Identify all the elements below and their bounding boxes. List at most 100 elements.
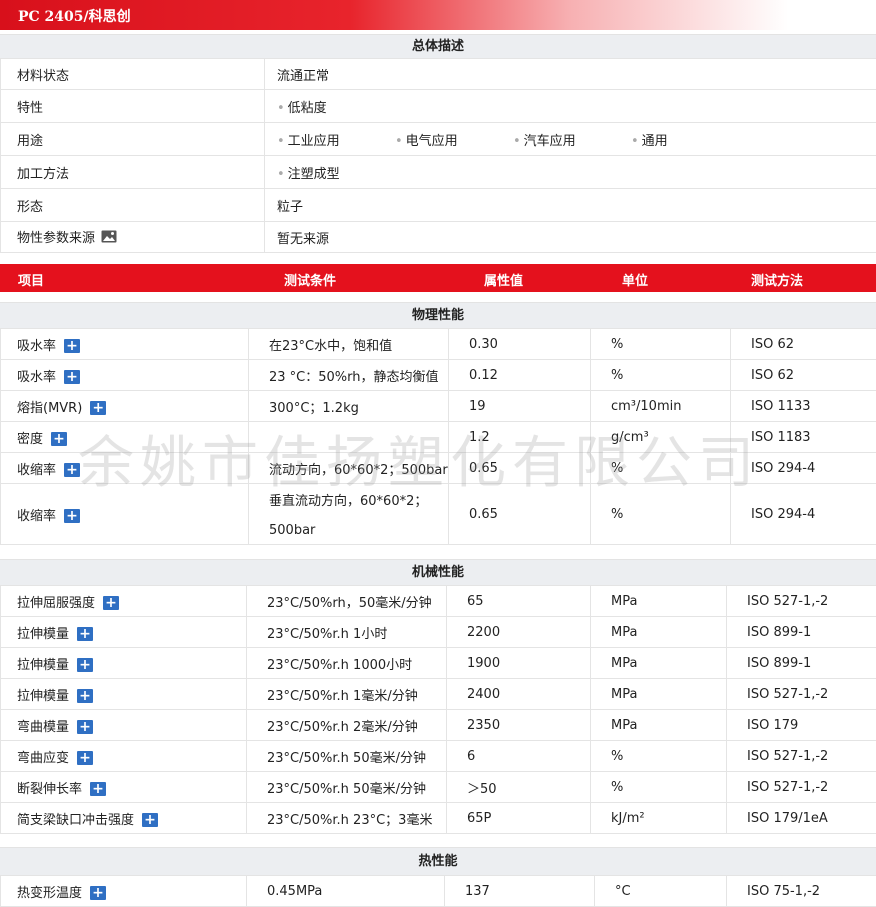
section-overview-heading: 总体描述: [0, 34, 876, 59]
bullet-icon: •: [277, 167, 285, 182]
watermark: 余姚市佳扬塑化有限公司: [78, 418, 760, 499]
physical-row: 吸水率+23 °C：50%rh，静态均衡值0.12%ISO 62: [1, 360, 876, 391]
expand-plus-icon[interactable]: +: [90, 401, 106, 415]
thermal-table: 热变形温度+0.45MPa137°CISO 75-1,-2: [0, 875, 876, 907]
property-condition-text: 300°C；1.2kg: [269, 397, 448, 416]
bullet-icon: •: [513, 134, 521, 149]
expand-plus-icon[interactable]: +: [77, 751, 93, 765]
expand-plus-icon[interactable]: +: [77, 658, 93, 672]
image-icon[interactable]: [101, 230, 117, 247]
property-name-text: 吸水率: [17, 339, 56, 354]
expand-plus-icon[interactable]: +: [64, 339, 80, 353]
property-method-text: ISO 62: [751, 337, 794, 352]
property-method-text: ISO 1133: [751, 399, 811, 414]
property-method: ISO 899-1: [727, 617, 876, 648]
overview-row: 形态粒子: [1, 189, 876, 222]
property-value: 6: [447, 741, 591, 772]
expand-plus-icon[interactable]: +: [77, 720, 93, 734]
property-unit-text: MPa: [611, 594, 637, 609]
property-method-text: ISO 75-1,-2: [747, 884, 820, 899]
property-unit-text: %: [611, 507, 623, 522]
property-unit: %: [591, 741, 727, 772]
overview-option-text: 流通正常: [277, 69, 329, 84]
expand-plus-icon[interactable]: +: [64, 509, 80, 523]
property-condition-text: 23°C/50%r.h 1000小时: [267, 654, 446, 673]
expand-plus-icon[interactable]: +: [90, 782, 106, 796]
overview-option: •汽车应用: [513, 130, 631, 149]
property-name: 断裂伸长率 +: [1, 772, 247, 803]
expand-plus-icon[interactable]: +: [90, 886, 106, 900]
property-value-text: 2200: [467, 625, 500, 640]
overview-value: •注塑成型: [265, 156, 876, 189]
overview-option: 暂无来源: [277, 232, 329, 247]
property-unit: cm³/10min: [591, 391, 731, 422]
mechanical-row: 拉伸模量+23°C/50%r.h 1毫米/分钟2400MPaISO 527-1,…: [1, 679, 876, 710]
property-unit: MPa: [591, 586, 727, 617]
property-condition: 23 °C：50%rh，静态均衡值: [249, 360, 449, 391]
property-name-text: 熔指(MVR): [17, 401, 82, 416]
property-method-text: ISO 527-1,-2: [747, 780, 828, 795]
property-condition: 23°C/50%r.h 1毫米/分钟: [247, 679, 447, 710]
property-condition-text: 23°C/50%r.h 2毫米/分钟: [267, 716, 446, 735]
property-unit-text: %: [611, 337, 623, 352]
header-unit: 单位: [622, 270, 648, 289]
property-value: 65P: [447, 803, 591, 834]
property-method-text: ISO 179: [747, 718, 798, 733]
property-method-text: ISO 62: [751, 368, 794, 383]
property-condition-text: 23 °C：50%rh，静态均衡值: [269, 366, 448, 385]
property-value: 1900: [447, 648, 591, 679]
overview-row: 物性参数来源暂无来源: [1, 222, 876, 253]
property-method-text: ISO 294-4: [751, 507, 815, 522]
property-unit: %: [591, 329, 731, 360]
property-name-text: 收缩率: [17, 463, 56, 478]
property-method-text: ISO 294-4: [751, 461, 815, 476]
section-thermal-heading: 热性能: [0, 847, 876, 876]
property-unit: MPa: [591, 648, 727, 679]
overview-option: •低粘度: [277, 101, 327, 116]
overview-value: 流通正常: [265, 59, 876, 90]
expand-plus-icon[interactable]: +: [77, 627, 93, 641]
overview-label-text: 用途: [17, 134, 43, 149]
property-name-text: 拉伸模量: [17, 658, 69, 673]
overview-label: 材料状态: [1, 59, 265, 90]
mechanical-row: 简支梁缺口冲击强度+23°C/50%r.h 23°C；3毫米65PkJ/m²IS…: [1, 803, 876, 834]
expand-plus-icon[interactable]: +: [64, 370, 80, 384]
property-value: 2200: [447, 617, 591, 648]
overview-row: 用途•工业应用•电气应用•汽车应用•通用: [1, 123, 876, 156]
property-name: 拉伸模量 +: [1, 617, 247, 648]
overview-value: •低粘度: [265, 90, 876, 123]
property-value-text: 0.12: [469, 368, 498, 383]
expand-plus-icon[interactable]: +: [103, 596, 119, 610]
expand-plus-icon[interactable]: +: [142, 813, 158, 827]
overview-option-text: 注塑成型: [288, 167, 340, 182]
property-method: ISO 62: [731, 360, 876, 391]
property-name-text: 简支梁缺口冲击强度: [17, 813, 134, 828]
property-condition-text: 23°C/50%r.h 50毫米/分钟: [267, 747, 446, 766]
property-name-text: 拉伸模量: [17, 627, 69, 642]
expand-plus-icon[interactable]: +: [77, 689, 93, 703]
property-name-text: 拉伸屈服强度: [17, 596, 95, 611]
property-unit: MPa: [591, 617, 727, 648]
property-name-text: 断裂伸长率: [17, 782, 82, 797]
overview-row: 材料状态流通正常: [1, 59, 876, 90]
property-condition: 300°C；1.2kg: [249, 391, 449, 422]
property-value-text: 2400: [467, 687, 500, 702]
property-method: ISO 527-1,-2: [727, 772, 876, 803]
overview-option: •注塑成型: [277, 167, 340, 182]
property-method: ISO 527-1,-2: [727, 586, 876, 617]
property-name-text: 热变形温度: [17, 886, 82, 901]
property-name: 简支梁缺口冲击强度 +: [1, 803, 247, 834]
property-condition: 23°C/50%r.h 50毫米/分钟: [247, 772, 447, 803]
property-method: ISO 527-1,-2: [727, 741, 876, 772]
expand-plus-icon[interactable]: +: [51, 432, 67, 446]
header-value: 属性值: [484, 270, 523, 289]
property-unit-text: cm³/10min: [611, 399, 681, 414]
property-name: 拉伸模量 +: [1, 648, 247, 679]
property-name: 拉伸模量+: [1, 679, 247, 710]
property-value: ＞50: [447, 772, 591, 803]
bullet-icon: •: [277, 101, 285, 116]
property-method: ISO 179/1eA: [727, 803, 876, 834]
property-unit-text: kJ/m²: [611, 811, 645, 826]
title-bar: PC 2405/科思创: [0, 0, 876, 30]
property-value-text: 65P: [467, 811, 491, 826]
